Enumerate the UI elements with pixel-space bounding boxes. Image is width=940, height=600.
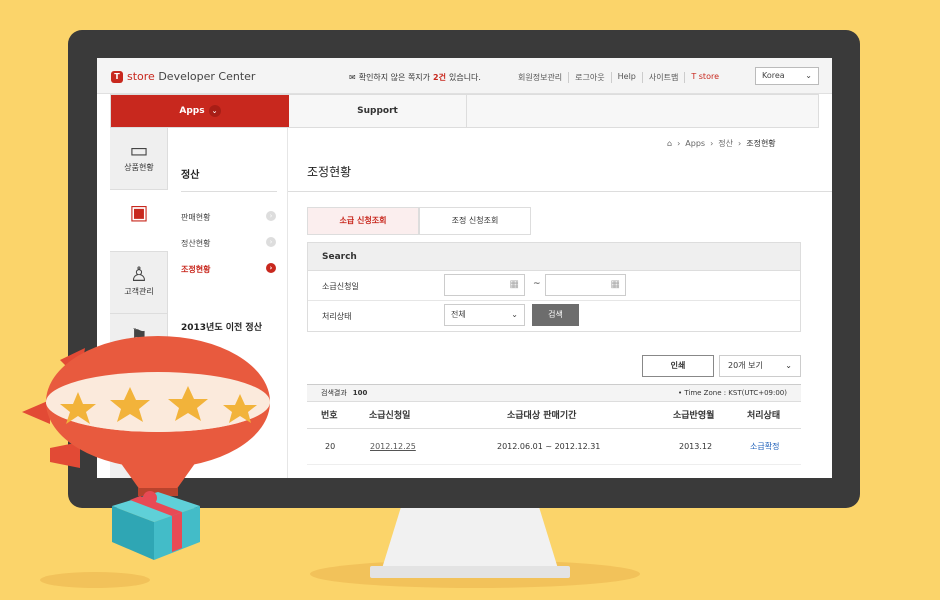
submenu-title: 정산 <box>181 170 200 181</box>
calendar-icon[interactable]: ▦ <box>611 279 620 290</box>
submenu-item-sales[interactable]: 판매현황 › <box>181 211 276 223</box>
chevron-right-icon: › <box>266 237 276 247</box>
chevron-down-icon: ⌄ <box>208 105 221 117</box>
sub-menu: 정산 판매현황 › 정산현황 › 조정현황 › 2013년도 이전 정산 <box>168 128 288 478</box>
rail-item-customers[interactable]: ♙ 고객관리 <box>110 252 168 314</box>
rail-item-products[interactable]: ▭ 상품현황 <box>110 128 168 190</box>
chevron-down-icon: ⌄ <box>785 361 792 370</box>
link-help[interactable]: Help <box>610 72 642 83</box>
breadcrumb-apps[interactable]: Apps <box>685 139 705 148</box>
start-date-field[interactable]: ▦ <box>444 274 525 296</box>
breadcrumb: ⌂ › Apps › 정산 › 조정현황 <box>667 138 776 149</box>
status-select[interactable]: 전체 ⌄ <box>444 304 525 326</box>
table-row: 20 2012.12.25 2012.06.01 ~ 2012.12.31 20… <box>307 429 801 465</box>
chevron-down-icon: ⌄ <box>805 71 812 80</box>
top-bar: T store Developer Center ✉ 확인하지 않은 쪽지가 2… <box>97 58 832 94</box>
timezone-info: • Time Zone : KST(UTC+09:00) <box>677 389 787 397</box>
tabs: 소급 신청조회 조정 신청조회 <box>307 207 531 235</box>
request-date-link[interactable]: 2012.12.25 <box>370 429 416 465</box>
chevron-down-icon: ⌄ <box>511 310 518 319</box>
result-count: 100 <box>352 389 368 397</box>
submenu-item-adjustment[interactable]: 조정현황 › <box>181 263 276 275</box>
per-page-select[interactable]: 20개 보기 ⌄ <box>719 355 801 377</box>
calendar-icon[interactable]: ▦ <box>510 279 519 290</box>
status-label: 처리상태 <box>322 312 352 321</box>
envelope-icon: ✉ <box>349 73 356 82</box>
tstore-logo-icon: T <box>111 70 123 83</box>
chevron-right-icon: › <box>266 263 276 273</box>
link-tstore[interactable]: T store <box>684 72 725 83</box>
flag-icon: ⚑ <box>130 324 148 348</box>
search-button[interactable]: 검색 <box>532 304 579 326</box>
submenu-item-settlement[interactable]: 정산현황 › <box>181 237 276 249</box>
link-logout[interactable]: 로그아웃 <box>568 72 610 83</box>
print-button[interactable]: 인쇄 <box>642 355 714 377</box>
tab-adjust-request[interactable]: 조정 신청조회 <box>419 207 531 235</box>
monitor-stand-foot <box>370 566 570 578</box>
calculator-icon: ▣ <box>129 200 149 224</box>
language-select[interactable]: Korea ⌄ <box>755 67 819 85</box>
link-member-info[interactable]: 회원정보관리 <box>512 72 568 83</box>
monitor-icon: ▭ <box>129 138 149 162</box>
rail-item-settlement[interactable]: ▣ <box>110 190 168 252</box>
nav-apps[interactable]: Apps ⌄ <box>111 95 289 127</box>
person-icon: ♙ <box>130 262 148 286</box>
breadcrumb-settlement[interactable]: 정산 <box>718 138 733 149</box>
search-heading: Search <box>308 243 800 271</box>
date-label: 소급신청일 <box>322 282 359 291</box>
end-date-field[interactable]: ▦ <box>545 274 626 296</box>
icon-rail: ▭ 상품현황 ▣ ♙ 고객관리 ⚑ <box>110 128 168 478</box>
result-table: 검색결과 100 • Time Zone : KST(UTC+09:00) 번호 … <box>307 384 801 478</box>
status-link[interactable]: 소급확정 <box>750 429 779 465</box>
rail-item-flag[interactable]: ⚑ <box>110 314 168 376</box>
message-notice[interactable]: ✉ 확인하지 않은 쪽지가 2건 있습니다. <box>349 72 481 83</box>
top-links: 회원정보관리 로그아웃 Help 사이트맵 T store <box>512 72 725 83</box>
link-sitemap[interactable]: 사이트맵 <box>641 72 684 83</box>
breadcrumb-current: 조정현황 <box>746 139 776 148</box>
table-header: 번호 소급신청일 소급대상 판매기간 소급반영월 처리상태 <box>307 401 801 429</box>
logo[interactable]: T store Developer Center <box>111 70 255 83</box>
tab-retro-request[interactable]: 소급 신청조회 <box>307 207 419 235</box>
nav-support[interactable]: Support <box>289 95 467 127</box>
page-title: 조정현황 <box>307 165 352 179</box>
main-nav: Apps ⌄ Support <box>110 94 819 128</box>
chevron-right-icon: › <box>266 211 276 221</box>
home-icon[interactable]: ⌂ <box>667 139 672 148</box>
monitor-stand <box>380 505 560 575</box>
submenu-title-legacy: 2013년도 이전 정산 <box>181 323 262 333</box>
screen: T store Developer Center ✉ 확인하지 않은 쪽지가 2… <box>97 58 832 478</box>
search-panel: Search 소급신청일 ▦ ~ ▦ 처리상태 전체 ⌄ 검색 <box>307 242 801 332</box>
